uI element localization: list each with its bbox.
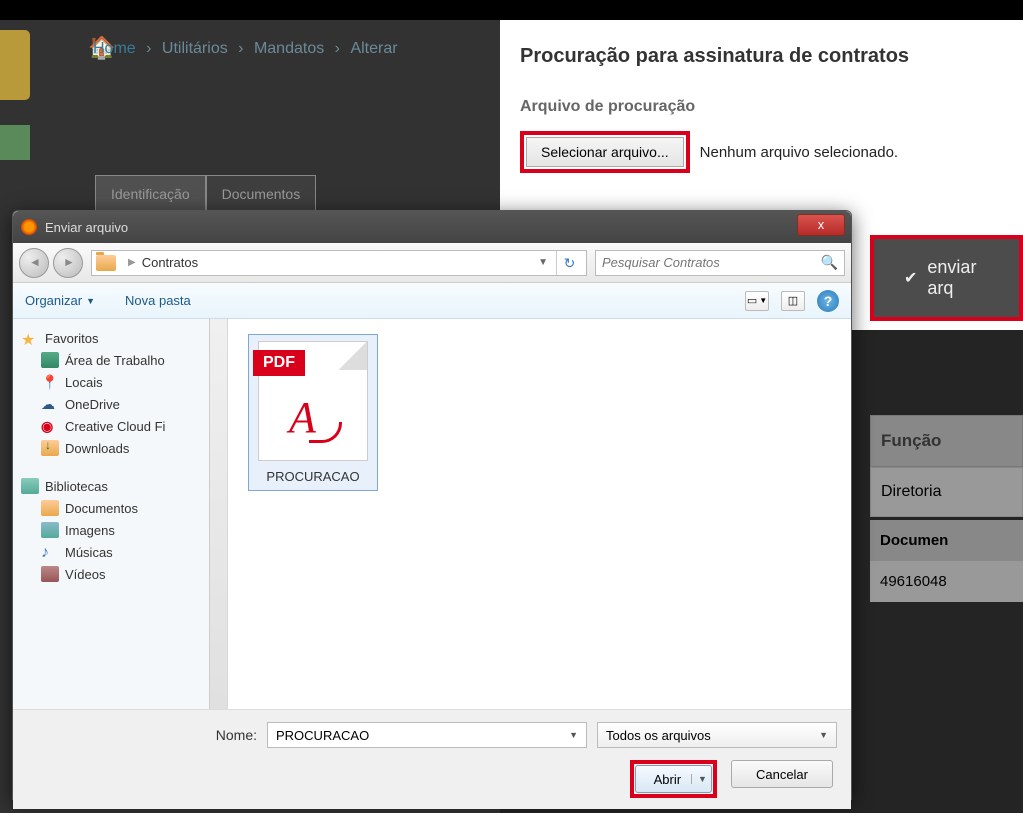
desktop-icon bbox=[41, 352, 59, 368]
sidebar-videos[interactable]: Vídeos bbox=[17, 563, 223, 585]
sidebar-downloads[interactable]: Downloads bbox=[17, 437, 223, 459]
scrollbar-thumb[interactable] bbox=[212, 329, 225, 389]
breadcrumb: Home › Utilitários › Mandatos › Alterar bbox=[90, 40, 401, 58]
file-status: Nenhum arquivo selecionado. bbox=[700, 144, 898, 161]
tab-identificacao[interactable]: Identificação bbox=[95, 175, 206, 213]
downloads-icon bbox=[41, 440, 59, 456]
table-cell-docnum: 49616048 bbox=[870, 561, 1023, 602]
breadcrumb-l3: Alterar bbox=[350, 40, 397, 57]
select-file-button[interactable]: Selecionar arquivo... bbox=[526, 137, 684, 167]
dialog-toolbar: Organizar ▼ Nova pasta ▭▼ ◫ ? bbox=[13, 283, 851, 319]
creative-cloud-icon: ◉ bbox=[41, 418, 59, 434]
split-chevron-icon[interactable]: ▼ bbox=[691, 774, 707, 784]
sidebar-bookmark bbox=[0, 125, 30, 160]
select-file-highlight: Selecionar arquivo... bbox=[520, 131, 690, 173]
help-icon[interactable]: ? bbox=[817, 290, 839, 312]
folder-icon bbox=[96, 255, 116, 271]
music-icon: ♪ bbox=[41, 544, 59, 560]
file-dialog: Enviar arquivo x ▶ Contratos ▼ ↻ 🔍 Organ… bbox=[12, 210, 852, 800]
pdf-file-icon: PDF A bbox=[258, 341, 368, 461]
table-cell-diretoria: Diretoria bbox=[870, 467, 1023, 517]
bg-table-documento: Documen 49616048 bbox=[870, 520, 1023, 602]
breadcrumb-home[interactable]: Home bbox=[93, 40, 136, 57]
videos-icon bbox=[41, 566, 59, 582]
chevron-down-icon[interactable]: ▼ bbox=[569, 730, 578, 740]
nav-forward-button[interactable] bbox=[53, 248, 83, 278]
open-highlight: Abrir ▼ bbox=[630, 760, 717, 798]
dialog-sidebar: ★Favoritos Área de Trabalho 📍Locais ☁One… bbox=[13, 319, 228, 709]
cloud-icon: ☁ bbox=[41, 396, 59, 412]
dialog-title: Enviar arquivo bbox=[45, 220, 128, 235]
bg-tabs: Identificação Documentos bbox=[95, 175, 316, 213]
sidebar-favorites[interactable]: ★Favoritos bbox=[17, 327, 223, 349]
table-header-doc: Documen bbox=[870, 520, 1023, 561]
enviar-button[interactable]: ✔ enviar arq bbox=[874, 239, 1019, 317]
star-icon: ★ bbox=[21, 330, 39, 346]
page-fold-icon bbox=[339, 342, 367, 370]
breadcrumb-l2[interactable]: Mandatos bbox=[254, 40, 324, 57]
new-folder-button[interactable]: Nova pasta bbox=[125, 293, 191, 308]
check-icon: ✔ bbox=[904, 268, 917, 288]
panel-sublabel: Arquivo de procuração bbox=[520, 98, 1003, 116]
sidebar-creativecloud[interactable]: ◉Creative Cloud Fi bbox=[17, 415, 223, 437]
chevron-down-icon: ▼ bbox=[819, 730, 828, 740]
sidebar-locais[interactable]: 📍Locais bbox=[17, 371, 223, 393]
bg-table-funcao: Função Diretoria bbox=[870, 415, 1023, 517]
path-separator-icon: ▶ bbox=[128, 257, 136, 268]
breadcrumb-l1[interactable]: Utilitários bbox=[162, 40, 228, 57]
file-select-row: Selecionar arquivo... Nenhum arquivo sel… bbox=[520, 131, 1003, 173]
dialog-bottom: Nome: PROCURACAO ▼ Todos os arquivos ▼ A… bbox=[13, 709, 851, 809]
file-name: PROCURACAO bbox=[255, 469, 371, 484]
cancel-button[interactable]: Cancelar bbox=[731, 760, 833, 788]
nav-back-button[interactable] bbox=[19, 248, 49, 278]
sidebar-music[interactable]: ♪Músicas bbox=[17, 541, 223, 563]
brand-badge bbox=[0, 30, 30, 100]
nav-path[interactable]: ▶ Contratos ▼ ↻ bbox=[91, 250, 587, 276]
enviar-label: enviar arq bbox=[927, 257, 989, 299]
name-input[interactable]: PROCURACAO ▼ bbox=[267, 722, 587, 748]
dialog-titlebar[interactable]: Enviar arquivo x bbox=[13, 211, 851, 243]
search-box[interactable]: 🔍 bbox=[595, 250, 845, 276]
pin-icon: 📍 bbox=[41, 374, 59, 390]
sidebar-desktop[interactable]: Área de Trabalho bbox=[17, 349, 223, 371]
name-label: Nome: bbox=[27, 727, 257, 743]
table-header-funcao: Função bbox=[870, 415, 1023, 467]
sidebar-documents[interactable]: Documentos bbox=[17, 497, 223, 519]
organize-menu[interactable]: Organizar ▼ bbox=[25, 293, 95, 308]
preview-pane-button[interactable]: ◫ bbox=[781, 291, 805, 311]
chevron-down-icon: ▼ bbox=[86, 296, 95, 306]
pdf-badge: PDF bbox=[253, 350, 305, 376]
search-input[interactable] bbox=[602, 255, 821, 270]
enviar-highlight: ✔ enviar arq bbox=[870, 235, 1023, 321]
file-type-select[interactable]: Todos os arquivos ▼ bbox=[597, 722, 837, 748]
path-text: Contratos bbox=[142, 255, 198, 270]
adobe-a-icon: A bbox=[289, 392, 316, 443]
view-mode-button[interactable]: ▭▼ bbox=[745, 291, 769, 311]
panel-title: Procuração para assinatura de contratos bbox=[520, 45, 1003, 68]
search-icon: 🔍 bbox=[821, 254, 838, 271]
sidebar-libraries[interactable]: Bibliotecas bbox=[17, 475, 223, 497]
dialog-nav: ▶ Contratos ▼ ↻ 🔍 bbox=[13, 243, 851, 283]
library-icon bbox=[21, 478, 39, 494]
open-button[interactable]: Abrir ▼ bbox=[635, 765, 712, 793]
refresh-button[interactable]: ↻ bbox=[556, 251, 582, 275]
documents-icon bbox=[41, 500, 59, 516]
images-icon bbox=[41, 522, 59, 538]
path-dropdown-icon[interactable]: ▼ bbox=[530, 257, 556, 268]
sidebar-images[interactable]: Imagens bbox=[17, 519, 223, 541]
close-button[interactable]: x bbox=[797, 214, 845, 236]
file-item-procuracao[interactable]: PDF A PROCURACAO bbox=[248, 334, 378, 491]
firefox-icon bbox=[21, 219, 37, 235]
file-list[interactable]: PDF A PROCURACAO bbox=[228, 319, 851, 709]
sidebar-onedrive[interactable]: ☁OneDrive bbox=[17, 393, 223, 415]
tab-documentos[interactable]: Documentos bbox=[206, 175, 317, 213]
dialog-body: ★Favoritos Área de Trabalho 📍Locais ☁One… bbox=[13, 319, 851, 709]
